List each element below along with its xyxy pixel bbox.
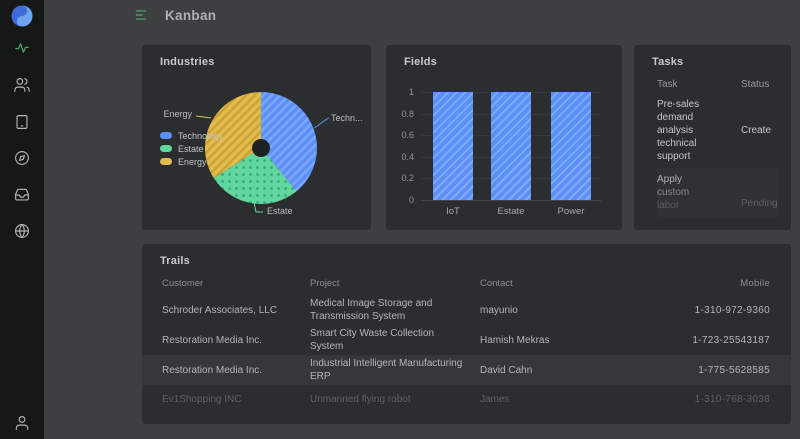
tasks-column-task: Task xyxy=(657,79,678,90)
trail-row[interactable]: Restoration Media Inc. Industrial Intelli… xyxy=(142,355,791,385)
legend-label-estate: Estate xyxy=(178,143,204,154)
users-icon[interactable] xyxy=(14,77,31,94)
task-cell-status: Pending xyxy=(741,198,778,209)
y-axis-tick: 0.8 xyxy=(401,108,414,119)
pie-leader-line-energy xyxy=(195,115,212,119)
task-row[interactable]: Pre-sales demand analysis technical support C… xyxy=(657,93,779,168)
task-cell-task: Apply custom labor xyxy=(657,173,741,212)
task-cell-status: Create xyxy=(741,125,772,136)
y-axis-tick: 0.6 xyxy=(401,130,414,141)
trail-cell-mobile: 1-723-25543187 xyxy=(692,334,770,346)
app-logo-icon[interactable] xyxy=(11,5,34,28)
trail-cell-project: Smart City Waste Collection System xyxy=(310,328,435,352)
bar-gridline xyxy=(421,200,601,201)
tablet-icon[interactable] xyxy=(14,114,31,131)
task-word: demand xyxy=(657,112,694,123)
task-word: support xyxy=(657,151,691,162)
trails-table-header: Customer Project Contact Mobile xyxy=(162,275,770,291)
task-row[interactable]: Apply custom labor Pending xyxy=(657,168,779,217)
x-axis-label-power: Power xyxy=(557,206,585,217)
bar-power[interactable] xyxy=(551,92,591,200)
trails-column-contact: Contact xyxy=(480,277,513,289)
y-axis-tick: 0.4 xyxy=(401,151,414,162)
bar-estate[interactable] xyxy=(491,92,531,200)
activity-icon[interactable] xyxy=(14,40,31,57)
legend-item-estate[interactable]: Estate xyxy=(160,142,222,155)
trail-cell-contact: David Cahn xyxy=(480,364,533,376)
pie-label-estate: Estate xyxy=(267,206,293,216)
trail-cell-customer: Restoration Media Inc. xyxy=(162,364,263,376)
y-axis-tick: 0.2 xyxy=(401,173,414,184)
task-word: Pre-sales xyxy=(657,99,700,110)
trail-cell-mobile: 1-775-5628585 xyxy=(698,364,770,376)
trail-row[interactable]: Restoration Media Inc. Smart City Waste C… xyxy=(142,325,791,355)
task-word: Apply xyxy=(657,174,683,185)
bar-iot[interactable] xyxy=(433,92,473,200)
globe-icon[interactable] xyxy=(14,223,31,240)
pie-donut-hole xyxy=(252,139,270,157)
legend-item-energy[interactable]: Energy xyxy=(160,155,222,168)
trail-cell-project: Medical Image Storage and Transmission S… xyxy=(310,298,433,322)
compass-icon[interactable] xyxy=(14,150,31,167)
trail-cell-mobile: 1-310-768-3038 xyxy=(694,393,770,405)
tasks-table-header: Task Status xyxy=(657,79,779,90)
trail-cell-project: Industrial Intelligent Manufacturing ERP xyxy=(310,358,463,382)
tasks-card: Tasks Task Status Pre-sales demand analysi… xyxy=(634,45,791,230)
legend-label-technology: Technology xyxy=(178,130,222,141)
trail-cell-customer: Ev1Shopping INC xyxy=(162,393,242,405)
user-profile-icon[interactable] xyxy=(14,415,31,432)
trail-cell-contact: James xyxy=(480,393,510,405)
legend-label-energy: Energy xyxy=(178,156,207,167)
page-header: Kanban xyxy=(44,0,800,30)
task-word: labor xyxy=(657,200,680,211)
trail-cell-project: Unmanned flying robot xyxy=(310,393,411,405)
trail-cell-contact: mayunio xyxy=(480,304,518,316)
task-cell-task: Pre-sales demand analysis technical support xyxy=(657,98,741,163)
fields-card-title: Fields xyxy=(404,56,437,68)
sidebar xyxy=(0,0,44,439)
trail-cell-mobile: 1-310-972-9360 xyxy=(694,304,770,316)
legend-marker-energy xyxy=(160,158,172,165)
y-axis-tick: 0 xyxy=(408,195,414,205)
kanban-list-icon[interactable] xyxy=(134,8,148,22)
trail-row[interactable]: Schroder Associates, LLC Medical Image St… xyxy=(142,295,791,325)
trail-cell-customer: Restoration Media Inc. xyxy=(162,334,263,346)
trail-cell-customer: Schroder Associates, LLC xyxy=(162,304,278,316)
pie-label-technology: Techn... xyxy=(331,113,363,123)
tasks-card-title: Tasks xyxy=(652,56,684,68)
pie-legend: Technology Estate Energy xyxy=(160,129,222,168)
trail-row[interactable]: Ev1Shopping INC Unmanned flying robot Jame… xyxy=(142,385,791,413)
trails-table: Customer Project Contact Mobile Schroder… xyxy=(142,275,791,418)
pie-leader-line-technology xyxy=(313,117,330,129)
tasks-column-status: Status xyxy=(741,79,770,90)
trails-column-customer: Customer xyxy=(162,277,204,289)
page-title: Kanban xyxy=(165,7,217,23)
legend-item-technology[interactable]: Technology xyxy=(160,129,222,142)
trails-card-title: Trails xyxy=(160,255,190,267)
task-word: technical xyxy=(657,138,697,149)
x-axis-label-estate: Estate xyxy=(497,206,525,217)
inbox-icon[interactable] xyxy=(14,187,31,204)
trails-table-body: Schroder Associates, LLC Medical Image St… xyxy=(142,295,791,413)
trails-card: Trails Customer Project Contact Mobile S… xyxy=(142,244,791,424)
legend-marker-estate xyxy=(160,145,172,152)
trails-column-mobile: Mobile xyxy=(740,277,770,289)
task-word: custom xyxy=(657,187,690,198)
tasks-table-body: Pre-sales demand analysis technical support C… xyxy=(657,93,779,230)
trail-cell-contact: Hamish Mekras xyxy=(480,334,550,346)
y-axis-tick: 1 xyxy=(408,87,414,97)
legend-marker-technology xyxy=(160,132,172,139)
task-word: analysis xyxy=(657,125,694,136)
pie-label-energy: Energy xyxy=(163,109,192,119)
industries-card: Industries Techn... Estate Energy Techno… xyxy=(142,45,371,230)
trails-column-project: Project xyxy=(310,277,340,289)
x-axis-label-iot: IoT xyxy=(446,206,460,217)
fields-card: Fields 1 0.8 0.6 0.4 0.2 0 IoT Estate Power xyxy=(386,45,622,230)
